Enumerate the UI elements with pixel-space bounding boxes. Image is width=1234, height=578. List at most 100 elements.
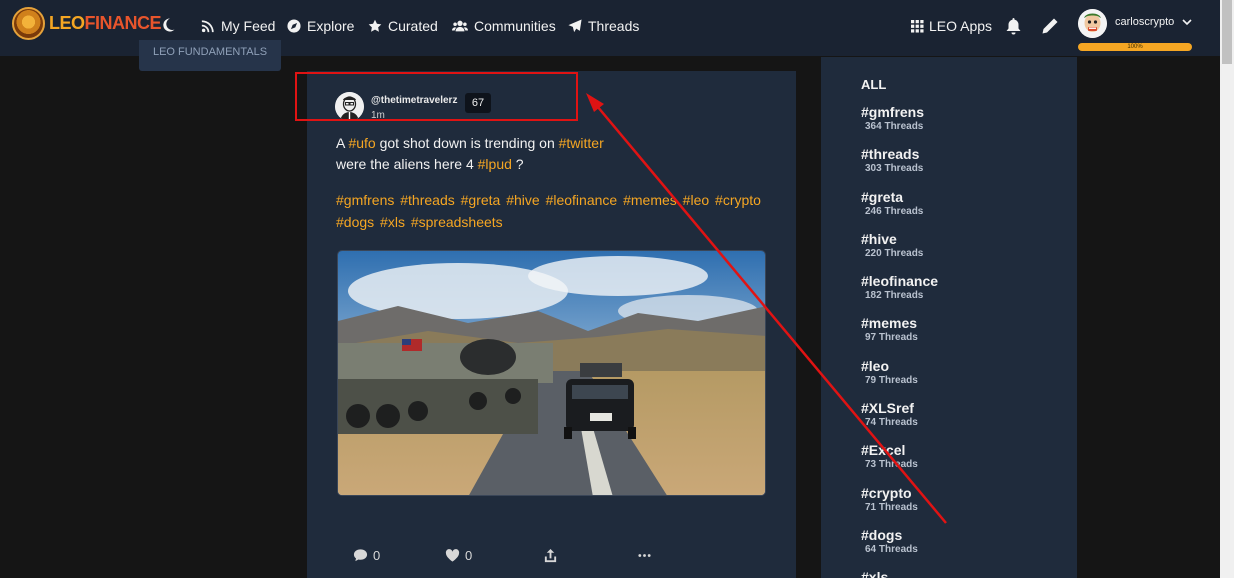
hashtag-link[interactable]: #threads	[400, 192, 454, 208]
convoy-photo	[338, 251, 765, 495]
comment-count: 0	[373, 548, 381, 563]
trending-tags-sidebar: ALL #gmfrens 364 Threads #threads 303 Threa…	[821, 57, 1077, 578]
logo-wordmark: LEOFINANCE	[49, 13, 162, 34]
logo-finance-text: FINANCE	[84, 13, 162, 33]
post-image[interactable]	[337, 250, 766, 496]
post-line-2: were the aliens here 4 #lpud ?	[336, 154, 776, 175]
sidebar-tag-name: #leo	[861, 358, 890, 374]
sidebar-tag-name: #gmfrens	[861, 104, 925, 120]
hashtag-link[interactable]: #greta	[461, 192, 501, 208]
sidebar-tag-item[interactable]: #gmfrens 364 Threads	[861, 104, 924, 133]
sidebar-tag-item[interactable]: #greta 246 Threads	[861, 189, 923, 218]
sidebar-tag-name: #leofinance	[861, 273, 939, 289]
nav-threads[interactable]: Threads	[568, 0, 639, 52]
nav-curated-label: Curated	[388, 18, 438, 34]
left-menu-label: LEO FUNDAMENTALS	[152, 46, 268, 58]
post-hashtags: #gmfrens #threads #greta #hive #leofinan…	[336, 189, 776, 233]
nav-communities[interactable]: Communities	[452, 0, 556, 52]
hashtag-link[interactable]: #hive	[506, 192, 539, 208]
leofinance-logo[interactable]: LEOFINANCE	[12, 7, 162, 40]
sidebar-tag-count: 64 Threads	[865, 544, 918, 555]
hashtag-link[interactable]: #crypto	[715, 192, 761, 208]
sidebar-tag-item[interactable]: #leo 79 Threads	[861, 358, 918, 387]
sidebar-tag-count: 74 Threads	[865, 417, 918, 428]
heart-icon	[445, 549, 460, 562]
sidebar-tag-item[interactable]: #dogs 64 Threads	[861, 527, 918, 556]
sidebar-tag-item[interactable]: #leofinance 182 Threads	[861, 273, 938, 302]
sidebar-tag-name: #xls	[861, 569, 889, 578]
scrollbar-track[interactable]	[1220, 0, 1234, 578]
comment-icon	[353, 549, 368, 562]
sidebar-tag-count: 71 Threads	[865, 502, 918, 513]
sidebar-tag-item[interactable]: #crypto 71 Threads	[861, 485, 918, 514]
nav-curated[interactable]: Curated	[368, 0, 438, 52]
scrollbar-thumb[interactable]	[1222, 0, 1232, 64]
sidebar-tag-item[interactable]: #threads 303 Threads	[861, 146, 923, 175]
nav-my-feed-label: My Feed	[221, 18, 276, 34]
nav-threads-label: Threads	[588, 18, 640, 34]
nav-explore-label: Explore	[307, 18, 355, 34]
sidebar-tag-item[interactable]: #xls	[861, 569, 888, 578]
hashtag-link[interactable]: #leo	[683, 192, 709, 208]
sidebar-tag-count: 79 Threads	[865, 375, 918, 386]
hashtag-link[interactable]: #lpud	[478, 156, 512, 172]
hashtag-link[interactable]: #gmfrens	[336, 192, 394, 208]
post-line-1: A #ufo got shot down is trending on #twi…	[336, 133, 776, 154]
share-button[interactable]	[543, 548, 558, 563]
sidebar-tag-count: 97 Threads	[865, 332, 918, 343]
hashtag-link[interactable]: #memes	[623, 192, 677, 208]
sidebar-tag-count: 220 Threads	[865, 248, 924, 259]
lion-logo-icon	[12, 7, 45, 40]
hashtag-link[interactable]: #xls	[380, 214, 405, 230]
leo-apps-label: LEO Apps	[929, 18, 993, 34]
sidebar-tag-count: 303 Threads	[865, 163, 924, 174]
hashtag-link[interactable]: #ufo	[348, 135, 375, 151]
sidebar-tag-item[interactable]: #hive 220 Threads	[861, 231, 923, 260]
sidebar-tag-item[interactable]: #memes 97 Threads	[861, 315, 918, 344]
sidebar-tag-count: 182 Threads	[865, 290, 924, 301]
compass-icon	[287, 19, 301, 33]
left-menu-button[interactable]: LEO FUNDAMENTALS	[139, 40, 281, 71]
nav-explore[interactable]: Explore	[287, 0, 354, 52]
annotation-highlight-box	[295, 72, 578, 121]
sidebar-tag-name: #threads	[861, 146, 920, 162]
users-icon	[452, 20, 468, 32]
user-avatar[interactable]	[1078, 9, 1107, 38]
user-progress-bar: 100%	[1078, 43, 1192, 51]
dark-mode-toggle-icon[interactable]	[160, 17, 176, 33]
sidebar-tag-name: #Excel	[861, 442, 906, 458]
hashtag-link[interactable]: #leofinance	[546, 192, 618, 208]
pencil-icon[interactable]	[1041, 17, 1059, 35]
post-actions: 0 0	[353, 548, 663, 568]
sidebar-tag-name: #dogs	[861, 527, 903, 543]
ellipsis-icon	[638, 554, 651, 557]
post-text: ?	[511, 156, 524, 172]
hashtag-link[interactable]: #spreadsheets	[411, 214, 503, 230]
sidebar-tag-name: #hive	[861, 231, 897, 247]
comment-button[interactable]: 0	[353, 548, 380, 563]
leo-apps-menu[interactable]: LEO Apps	[911, 0, 992, 52]
bell-icon[interactable]	[1005, 17, 1022, 35]
sidebar-tag-name: #greta	[861, 189, 904, 205]
sidebar-tag-item[interactable]: #Excel 73 Threads	[861, 442, 918, 471]
hashtag-link[interactable]: #dogs	[336, 214, 374, 230]
sidebar-all-filter[interactable]: ALL	[861, 77, 886, 92]
username[interactable]: carloscrypto	[1115, 16, 1174, 28]
sidebar-tag-count: 364 Threads	[865, 121, 924, 132]
post-body: A #ufo got shot down is trending on #twi…	[336, 133, 776, 175]
logo-leo-text: LEO	[49, 13, 85, 33]
more-options-button[interactable]	[637, 548, 652, 563]
sidebar-tag-name: #memes	[861, 315, 918, 331]
post-text: A	[336, 135, 349, 151]
user-progress-label: 100%	[1127, 44, 1143, 50]
sidebar-tag-count: 246 Threads	[865, 206, 924, 217]
hashtag-link[interactable]: #twitter	[559, 135, 604, 151]
sidebar-tag-item[interactable]: #XLSref 74 Threads	[861, 400, 918, 429]
like-button[interactable]: 0	[445, 548, 472, 563]
sidebar-tag-count: 73 Threads	[865, 459, 918, 470]
post-text: were the aliens here 4	[336, 156, 478, 172]
post-text: got shot down is trending on	[375, 135, 559, 151]
chevron-down-icon[interactable]	[1182, 17, 1192, 27]
sidebar-tag-name: #XLSref	[861, 400, 914, 416]
rss-icon	[201, 20, 214, 33]
